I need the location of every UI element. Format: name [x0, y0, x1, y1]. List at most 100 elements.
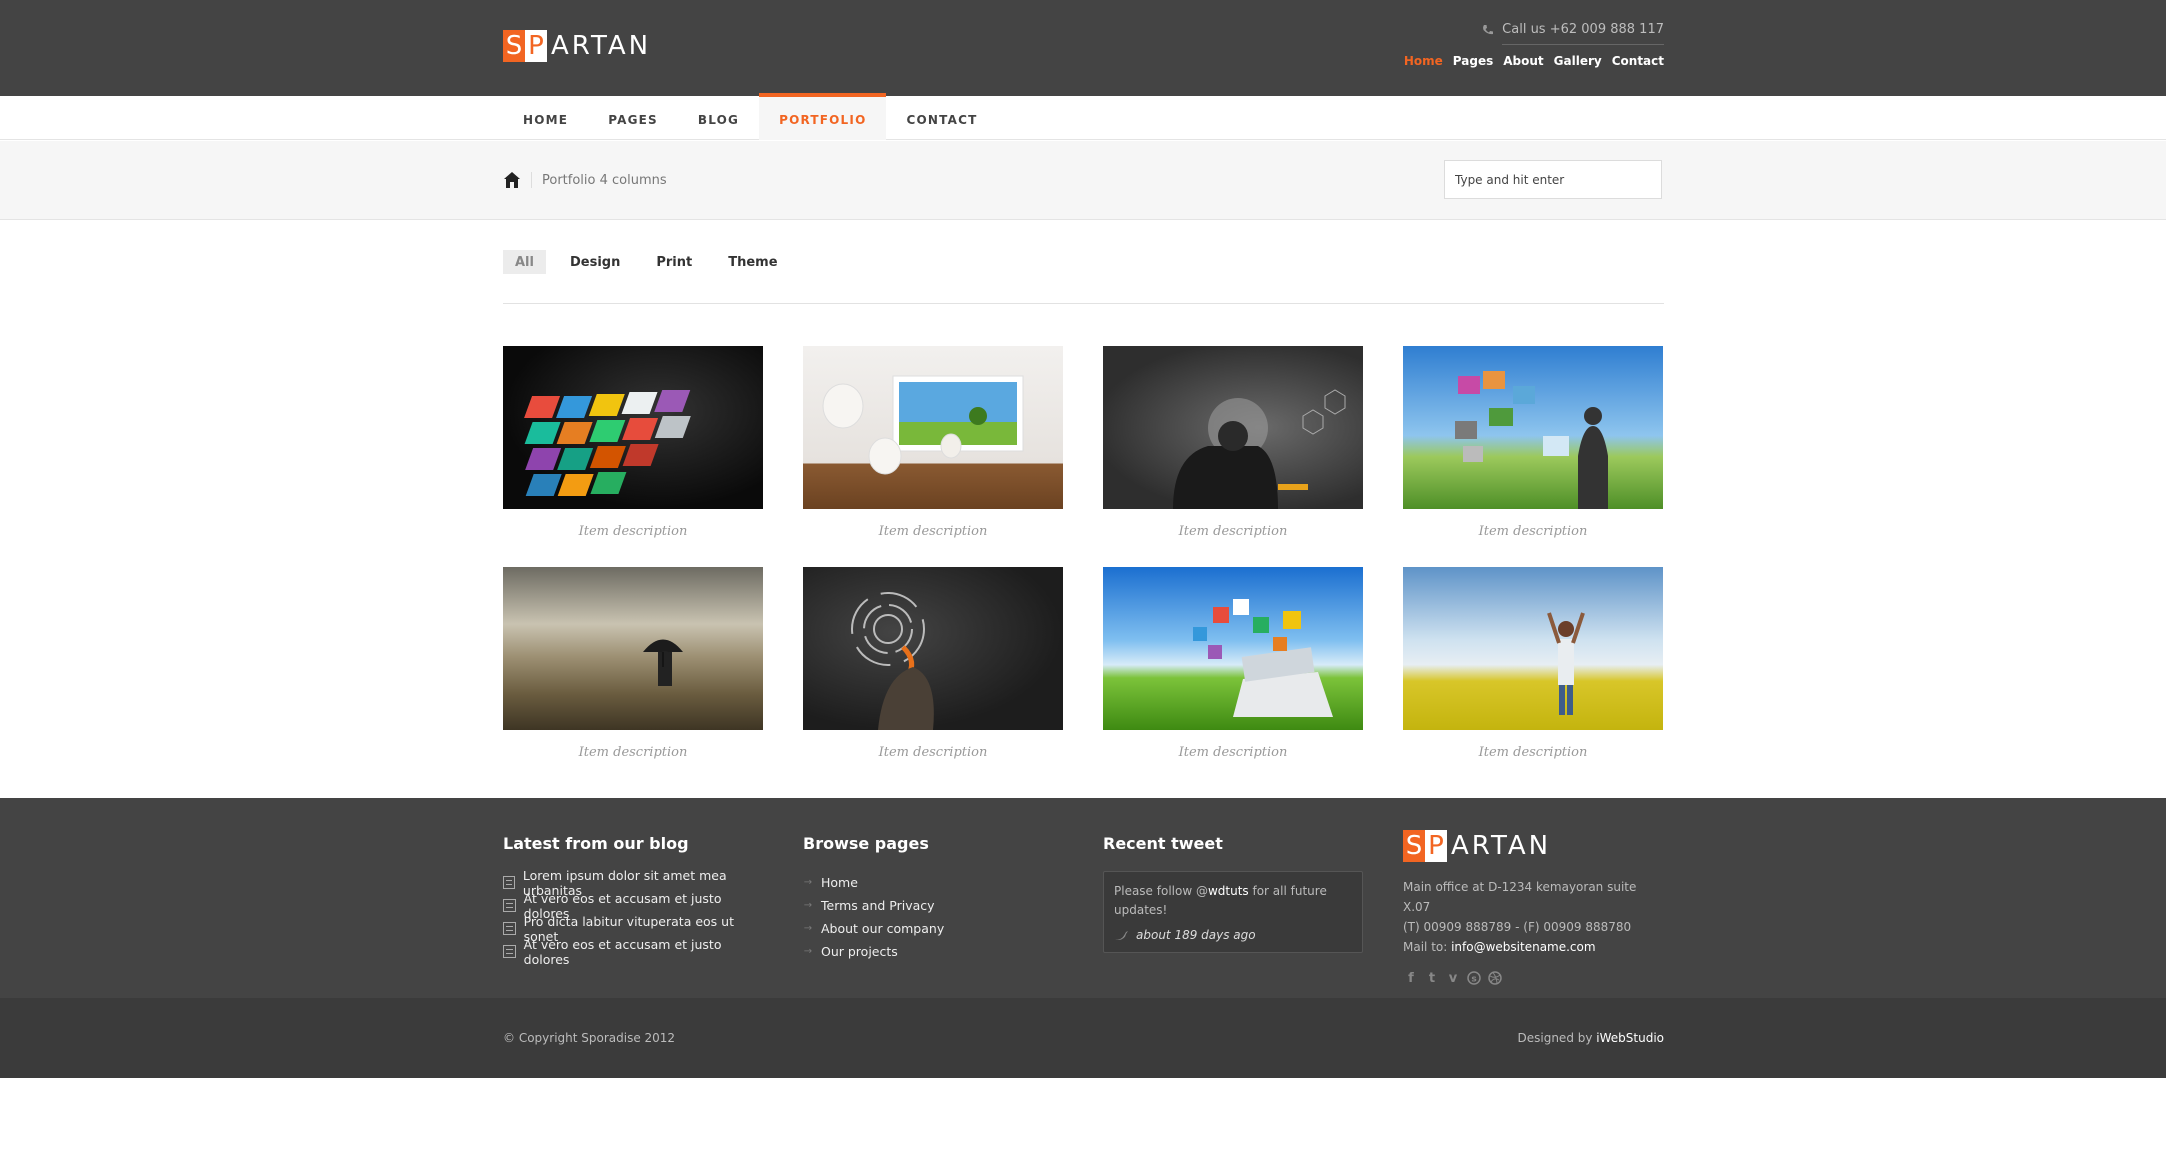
- main-nav: HOME PAGES BLOG PORTFOLIO CONTACT: [0, 93, 2166, 140]
- tweet-user-link[interactable]: wdtuts: [1208, 884, 1249, 898]
- browse-link-label: Home: [821, 875, 858, 890]
- nav-blog[interactable]: BLOG: [678, 96, 759, 140]
- nav-home[interactable]: HOME: [503, 96, 588, 140]
- portfolio-thumbnail[interactable]: [503, 346, 763, 509]
- footer-tweet-title: Recent tweet: [1103, 834, 1223, 853]
- portfolio-caption: Item description: [1478, 524, 1588, 539]
- portfolio-item: Item description: [1403, 567, 1663, 788]
- logo-text: ARTAN: [551, 31, 652, 61]
- skype-icon[interactable]: s: [1466, 971, 1482, 987]
- search-input[interactable]: [1444, 160, 1662, 199]
- top-header: S P ARTAN Call us +62 009 888 117 Home P…: [0, 0, 2166, 96]
- filter-divider: [503, 303, 1664, 304]
- document-icon: [503, 945, 516, 958]
- designed-by: Designed by iWebStudio: [1518, 1031, 1665, 1045]
- vimeo-icon[interactable]: v: [1445, 971, 1461, 987]
- portfolio-thumbnail[interactable]: [803, 567, 1063, 730]
- dribbble-icon[interactable]: [1487, 971, 1503, 987]
- phone-text: Call us +62 009 888 117: [1502, 22, 1664, 37]
- nav-contact[interactable]: CONTACT: [886, 96, 997, 140]
- browse-link-label: Terms and Privacy: [821, 898, 935, 913]
- portfolio-thumbnail[interactable]: [803, 346, 1063, 509]
- designed-by-label: Designed by: [1517, 1031, 1597, 1045]
- footer-blog: Latest from our blog Lorem ipsum dolor s…: [503, 834, 763, 967]
- phone-icon: [1482, 24, 1494, 36]
- tweet-time-text: about 189 days ago: [1136, 928, 1256, 942]
- arrow-right-icon: →: [803, 923, 813, 934]
- footer-tweet: Recent tweet Please follow @wdtuts for a…: [1103, 834, 1363, 953]
- portfolio-caption: Item description: [1478, 745, 1588, 760]
- footer-logo[interactable]: S P ARTAN: [1403, 830, 1663, 862]
- site-logo[interactable]: S P ARTAN: [503, 30, 651, 62]
- blog-post-link[interactable]: At vero eos et accusam et justo dolores: [503, 937, 763, 967]
- portfolio-thumbnail[interactable]: [1103, 346, 1363, 509]
- contact-phones: (T) 00909 888789 - (F) 00909 888780: [1403, 920, 1632, 934]
- browse-link-about[interactable]: → About our company: [803, 917, 1063, 940]
- top-link-contact[interactable]: Contact: [1612, 54, 1664, 68]
- logo-box-s: S: [1403, 830, 1425, 862]
- home-icon[interactable]: [503, 171, 521, 189]
- tweet-time: about 189 days ago: [1114, 928, 1352, 942]
- browse-link-label: Our projects: [821, 944, 898, 959]
- portfolio-thumbnail[interactable]: [1403, 567, 1663, 730]
- top-link-gallery[interactable]: Gallery: [1554, 54, 1602, 68]
- mail-link[interactable]: info@websitename.com: [1451, 940, 1595, 954]
- top-link-pages[interactable]: Pages: [1453, 54, 1493, 68]
- arrow-right-icon: →: [803, 877, 813, 888]
- logo-box-s: S: [503, 30, 525, 62]
- social-icons: f t v s: [1403, 971, 1663, 987]
- svg-text:s: s: [1471, 975, 1476, 985]
- document-icon: [503, 876, 515, 889]
- arrow-right-icon: →: [803, 900, 813, 911]
- portfolio-item: Item description: [803, 567, 1063, 788]
- contact-info: Main office at D-1234 kemayoran suite X.…: [1403, 877, 1663, 957]
- phone-info: Call us +62 009 888 117: [1482, 22, 1664, 37]
- browse-link-home[interactable]: → Home: [803, 871, 1063, 894]
- footer-browse-title: Browse pages: [803, 834, 929, 853]
- main-nav-list: HOME PAGES BLOG PORTFOLIO CONTACT: [503, 93, 997, 140]
- top-links: Home Pages About Gallery Contact: [1404, 54, 1664, 68]
- portfolio-item: Item description: [1403, 346, 1663, 567]
- footer-blog-title: Latest from our blog: [503, 834, 689, 853]
- breadcrumb-bar: Portfolio 4 columns: [0, 141, 2166, 220]
- portfolio-item: Item description: [503, 346, 763, 567]
- designer-link[interactable]: iWebStudio: [1596, 1031, 1664, 1045]
- tweet-text: Please follow @wdtuts for all future upd…: [1114, 882, 1352, 920]
- browse-link-projects[interactable]: → Our projects: [803, 940, 1063, 963]
- breadcrumb: Portfolio 4 columns: [503, 171, 667, 189]
- portfolio-caption: Item description: [578, 745, 688, 760]
- mail-label: Mail to:: [1403, 940, 1452, 954]
- filter-print[interactable]: Print: [644, 250, 704, 274]
- filter-theme[interactable]: Theme: [716, 250, 789, 274]
- logo-box-p: P: [525, 30, 547, 62]
- document-icon: [503, 899, 516, 912]
- footer-browse: Browse pages → Home → Terms and Privacy → A…: [803, 834, 1063, 963]
- contact-mail: Mail to: info@websitename.com: [1403, 937, 1663, 957]
- portfolio-thumbnail[interactable]: [503, 567, 763, 730]
- blog-post-title: At vero eos et accusam et justo dolores: [523, 936, 722, 967]
- contact-address: Main office at D-1234 kemayoran suite X.…: [1403, 880, 1637, 914]
- twitter-icon[interactable]: t: [1424, 971, 1440, 987]
- browse-link-label: About our company: [821, 921, 945, 936]
- top-link-home[interactable]: Home: [1404, 54, 1443, 68]
- portfolio-filters: All Design Print Theme: [503, 250, 790, 274]
- footer: [0, 798, 2166, 998]
- breadcrumb-current: Portfolio 4 columns: [542, 172, 667, 188]
- arrow-right-icon: →: [803, 946, 813, 957]
- footer-contact: S P ARTAN Main office at D-1234 kemayora…: [1403, 830, 1663, 987]
- logo-text: ARTAN: [1451, 831, 1552, 861]
- twitter-bird-icon: [1114, 930, 1128, 940]
- facebook-icon[interactable]: f: [1403, 971, 1419, 987]
- filter-all[interactable]: All: [503, 250, 546, 274]
- portfolio-thumbnail[interactable]: [1103, 567, 1363, 730]
- nav-portfolio[interactable]: PORTFOLIO: [759, 93, 887, 140]
- portfolio-item: Item description: [1103, 346, 1363, 567]
- phone-divider: [1502, 44, 1664, 45]
- nav-pages[interactable]: PAGES: [588, 96, 678, 140]
- portfolio-caption: Item description: [878, 745, 988, 760]
- browse-link-terms[interactable]: → Terms and Privacy: [803, 894, 1063, 917]
- filter-design[interactable]: Design: [558, 250, 632, 274]
- top-link-about[interactable]: About: [1503, 54, 1543, 68]
- portfolio-item: Item description: [503, 567, 763, 788]
- portfolio-thumbnail[interactable]: [1403, 346, 1663, 509]
